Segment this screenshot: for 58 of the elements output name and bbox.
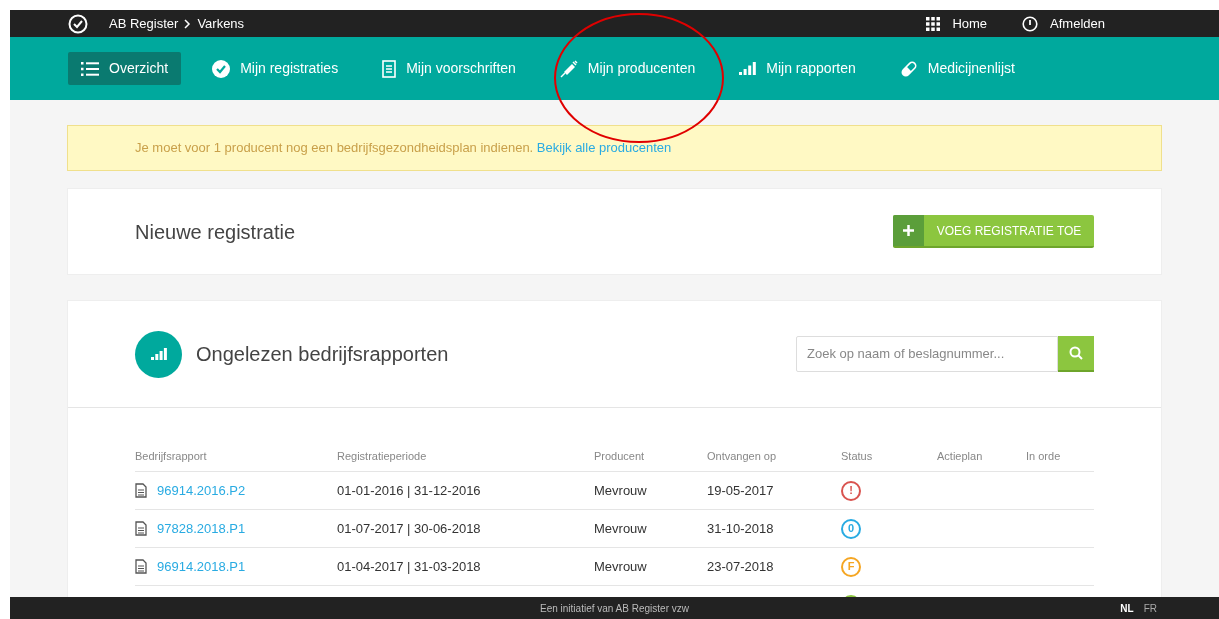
top-link[interactable]: Afmelden	[1022, 13, 1105, 34]
breadcrumb-link[interactable]: AB Register	[109, 13, 179, 34]
check-circle-icon	[212, 59, 231, 78]
signal-bars-icon	[739, 62, 757, 75]
grid-icon	[926, 16, 941, 31]
column-header: Actieplan	[937, 449, 984, 465]
bar-chart-icon	[135, 330, 182, 378]
column-header: Registratieperiode	[337, 449, 428, 465]
column-header: Status	[841, 449, 874, 465]
column-header: Ontvangen op	[707, 449, 778, 465]
pill-icon	[899, 59, 918, 78]
table-cell-text: 01-07-2017 | 30-06-2018	[337, 519, 482, 538]
document-icon	[135, 521, 147, 536]
status-badge: 0	[841, 518, 861, 539]
chevron-icon	[184, 18, 192, 29]
document-icon	[135, 483, 147, 498]
nav-tab[interactable]: Mijn rapporten	[726, 52, 869, 85]
status-badge: F	[841, 556, 861, 577]
nav-tab[interactable]: Mijn producenten	[546, 52, 709, 85]
table-cell-text: Mevrouw	[594, 557, 648, 576]
breadcrumb-current: Varkens	[197, 14, 245, 33]
status-badge: !	[841, 480, 861, 501]
nav-tab[interactable]: Medicijnenlijst	[886, 52, 1028, 85]
table-cell-text: Mevrouw	[594, 519, 648, 538]
table-cell-text: 23-07-2018	[707, 557, 775, 576]
report-link[interactable]: 96914.2016.P2	[157, 480, 246, 501]
search-icon	[1069, 346, 1083, 360]
footer-text: Een initiatief van AB Register vzw	[540, 601, 689, 616]
column-header: In orde	[1026, 449, 1062, 465]
list-icon	[81, 61, 99, 76]
table-cell-text: 19-05-2017	[707, 481, 775, 500]
column-header: Bedrijfsrapport	[135, 449, 208, 465]
add-registration-button[interactable]: VOEG REGISTRATIE TOE	[893, 215, 1094, 248]
table-cell-text: Mevrouw	[594, 481, 648, 500]
report-link[interactable]: 97828.2018.P1	[157, 518, 246, 539]
language-link[interactable]: NL	[1120, 600, 1134, 616]
plus-icon	[893, 215, 924, 246]
nav-tab[interactable]: Mijn registraties	[199, 52, 352, 85]
card-title: Ongelezen bedrijfsrapporten	[196, 342, 449, 367]
syringe-icon	[559, 59, 578, 78]
search-button[interactable]	[1058, 336, 1094, 372]
card-title: Nieuwe registratie	[135, 219, 296, 245]
check-circle-icon	[68, 13, 88, 34]
table-cell-text: 01-04-2017 | 31-03-2018	[337, 557, 482, 576]
alert-link[interactable]: Bekijk alle producenten	[536, 140, 672, 156]
report-link[interactable]: 96914.2018.P1	[157, 556, 246, 577]
nav-tab[interactable]: Mijn voorschriften	[369, 52, 529, 85]
alert-message: Je moet voor 1 producent nog een bedrijfsgezondheidsplan indienen. Bekijk alle producenten	[135, 139, 672, 158]
document-icon	[135, 559, 147, 574]
language-link[interactable]: FR	[1143, 600, 1157, 616]
column-header: Producent	[594, 449, 646, 465]
document-icon	[382, 59, 397, 78]
power-icon	[1022, 15, 1039, 32]
table-cell-text: 31-10-2018	[707, 519, 775, 538]
top-link[interactable]: Home	[926, 13, 988, 34]
search-field[interactable]: Zoek op naam of beslagnummer...	[796, 336, 1058, 372]
nav-tab[interactable]: Overzicht	[68, 52, 182, 85]
table-cell-text: 01-01-2016 | 31-12-2016	[337, 481, 482, 500]
